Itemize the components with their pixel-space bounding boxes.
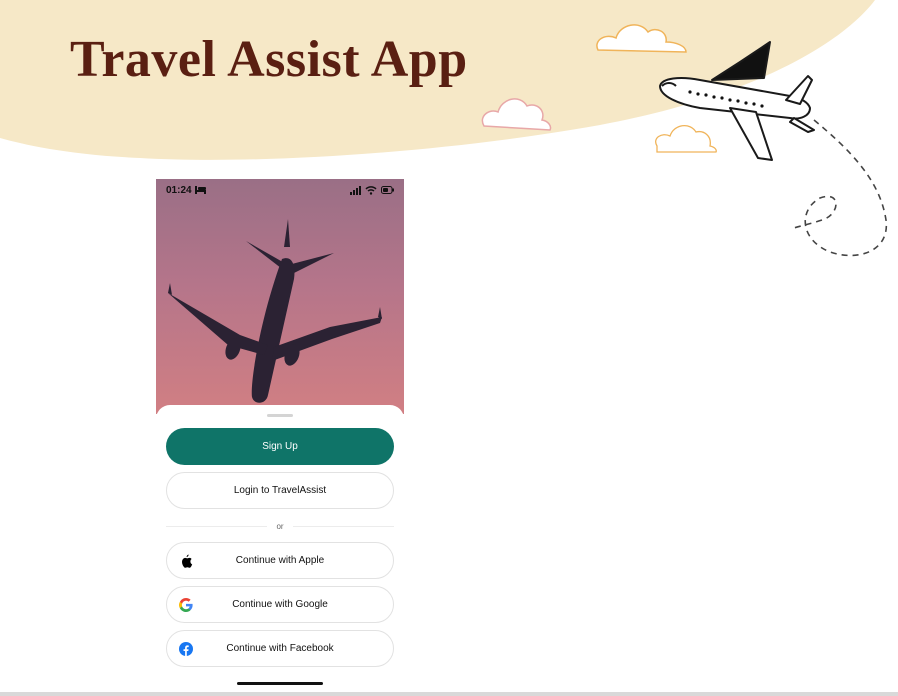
signal-icon (350, 185, 361, 195)
slide-title: Travel Assist App (70, 31, 468, 88)
google-label: Continue with Google (232, 599, 328, 610)
apple-label: Continue with Apple (235, 555, 325, 566)
status-bar: 01:24 (166, 183, 394, 197)
hero-image: 01:24 (156, 179, 404, 414)
or-divider: or (166, 520, 394, 532)
divider-text: or (276, 521, 284, 531)
status-time: 01:24 (166, 184, 192, 196)
continue-with-google-button[interactable]: Continue with Google (166, 586, 394, 623)
facebook-label: Continue with Facebook (226, 643, 334, 654)
phone-mockup: 01:24 Sign Up Login to TravelAssist or C… (156, 179, 404, 691)
airplane-photo (168, 219, 382, 403)
bottom-edge-bar (0, 692, 898, 696)
continue-with-apple-button[interactable]: Continue with Apple (166, 542, 394, 579)
sign-up-label: Sign Up (262, 441, 298, 452)
apple-icon (179, 554, 193, 568)
facebook-icon (179, 641, 193, 656)
home-indicator (237, 682, 323, 685)
battery-icon (381, 186, 394, 194)
sign-up-button[interactable]: Sign Up (166, 428, 394, 465)
auth-sheet: Sign Up Login to TravelAssist or Continu… (156, 405, 404, 691)
sheet-handle[interactable] (267, 414, 293, 417)
wifi-icon (365, 185, 377, 195)
login-label: Login to TravelAssist (233, 485, 327, 496)
google-icon (179, 597, 193, 612)
divider-line (166, 525, 268, 527)
divider-line (292, 525, 394, 527)
login-button[interactable]: Login to TravelAssist (166, 472, 394, 509)
continue-with-facebook-button[interactable]: Continue with Facebook (166, 630, 394, 667)
bed-icon (194, 186, 206, 194)
